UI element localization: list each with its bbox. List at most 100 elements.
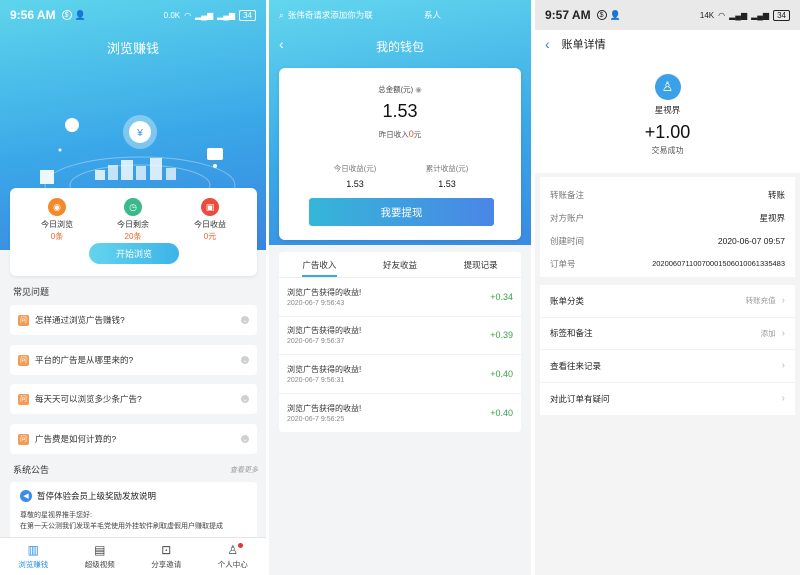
battery-icon: 34 [239,9,256,21]
stat-value: 0元 [203,232,217,241]
yesterday-income: 昨日收入0元 [378,129,422,139]
list-item: 浏览广告获得的收益! 2020-06-7 9:56:43 +0.34 [279,278,521,317]
tab-browse-earn[interactable]: ▥ 浏览赚钱 [0,538,67,575]
question-icon: 问 [18,393,29,405]
record-amount: +0.34 [490,291,513,302]
net-speed: 14K [699,10,715,20]
share-icon: ⊡ [161,543,172,557]
film-icon: ▤ [94,543,106,557]
tab-super-video[interactable]: ▤ 超级视频 [67,538,134,575]
notification-dot [238,543,243,548]
svg-text:¥: ¥ [136,128,143,139]
info-key: 转账备注 [550,189,585,200]
info-value: 转账 [767,189,785,200]
stat-value: 0条 [50,232,64,241]
transaction-status: 交易成功 [651,146,684,155]
signal-icon: ▂▄▆ [195,10,214,20]
stat-label: 今日收益 [194,220,226,229]
order-number: 2020060711007000150601006133548​3 [652,259,785,268]
page-title: 浏览赚钱 [106,41,159,56]
browse-earn-screen: 9:56 AM $ 👤 0.0K ◠ ▂▄▆ ▂▄▆ 34 浏览赚钱 ¥ ◉ 今… [0,0,266,575]
records-tabs: 广告收入 好友收益 提现记录 [279,252,521,278]
record-amount: +0.40 [490,407,513,418]
tab-withdraw-records[interactable]: 提现记录 [440,252,521,277]
signal-icon: ▂▄▆ [729,10,748,20]
daily-stats-card: ◉ 今日浏览 0条 ◷ 今日剩余 20条 ▣ 今日收益 0元 开始浏览 [10,188,257,276]
battery-icon: 34 [773,9,790,21]
faq-item[interactable]: 问 平台的广告是从哪里来的? ⌄ [10,345,257,375]
clock-icon: ◷ [124,198,142,216]
eye-icon[interactable]: ◉ [415,85,422,94]
menu-sub: 添加 [760,328,776,338]
announcement-card[interactable]: ◀ 暂停体验会员上级奖励发放说明 尊敬的星视界推手您好: 在第一天公测我们发现羊… [10,482,257,542]
signal-icon-2: ▂▄▆ [217,10,236,20]
record-date: 2020-06-7 9:56:43 [287,299,345,307]
question-icon: 问 [18,314,29,326]
announcement-headline: 暂停体验会员上级奖励发放说明 [37,491,157,501]
menu-tags-notes[interactable]: 标签和备注 添加 › [540,318,795,350]
withdraw-button[interactable]: 我要提现 [309,198,494,226]
list-item: 浏览广告获得的收益! 2020-06-7 9:56:37 +0.39 [279,317,521,355]
net-speed: 0.0K [163,10,181,20]
nav-bar: ‹ 账单详情 [535,30,800,58]
page-title: 我的钱包 [375,40,424,54]
user-icon: 👤 [609,9,621,20]
speaker-icon: ◀ [20,490,32,502]
announcement-line: 在第一天公测我们发现羊毛党使用外挂软件刷取虚假用户赚取提成 [20,523,223,530]
payer-name: 星视界 [654,105,681,115]
info-row: 创建时间 2020-06-07 09:57 [550,229,785,252]
info-key: 对方账户 [550,212,585,223]
tab-share-invite[interactable]: ⊡ 分享邀请 [133,538,200,575]
info-key: 订单号 [550,258,576,269]
record-date: 2020-06-7 9:56:37 [287,338,345,346]
friend-request-banner[interactable]: ⌕ 张伟奇请求添加你为联 系人 [269,0,531,30]
faq-section-title: 常见问题 [13,287,50,297]
menu-order-question[interactable]: 对此订单有疑问 › [540,383,795,416]
faq-item[interactable]: 问 广告费是如何计算的? ⌄ [10,424,257,454]
stat-label: 今日剩余 [117,220,149,229]
bill-detail-screen: 9:57 AM $ 👤 14K ◠ ▂▄▆ ▂▄▆ 34 ‹ 账单详情 ♙ 星视… [535,0,800,575]
tab-personal-center[interactable]: ♙ 个人中心 [200,538,267,575]
see-more-link[interactable]: 查看更多 [230,465,258,475]
cumulative-value: 1.53 [438,179,456,189]
menu-bill-category[interactable]: 账单分类 转账充值 › [540,285,795,318]
tab-label: 超级视频 [84,560,115,569]
cumulative-earnings: 累计收益(元) 1.53 [407,163,487,189]
info-row: 对方账户 星视界 [550,206,785,229]
record-amount: +0.40 [490,368,513,379]
menu-view-history[interactable]: 查看往来记录 › [540,350,795,383]
today-earnings: 今日收益(元) 1.53 [315,163,395,189]
stat-today-earnings: ▣ 今日收益 0元 [175,198,245,242]
chevron-right-icon: › [781,295,785,307]
chevron-right-icon: › [781,327,785,339]
chevron-right-icon: › [781,393,785,405]
chevron-down-icon: ⌄ [241,316,249,324]
transaction-summary: ♙ 星视界 +1.00 交易成功 [535,58,800,173]
wifi-icon: ◠ [184,10,192,20]
info-value: 2020-06-07 09:57 [717,235,785,246]
faq-item[interactable]: 问 怎样通过浏览广告赚钱? ⌄ [10,305,257,335]
faq-item[interactable]: 问 每天天可以浏览多少条广告? ⌄ [10,384,257,414]
book-icon: ▥ [27,543,39,557]
stat-label: 今日浏览 [41,220,73,229]
banner-text: 张伟奇请求添加你为联 [287,10,373,20]
status-time: 9:56 AM [10,8,56,22]
chevron-down-icon: ⌄ [241,356,249,364]
tab-label: 分享邀请 [151,560,182,569]
bottom-tab-bar: ▥ 浏览赚钱 ▤ 超级视频 ⊡ 分享邀请 ♙ 个人中心 [0,537,266,575]
record-title: 浏览广告获得的收益! [287,403,362,413]
notice-section-title: 系统公告 [13,465,50,475]
record-amount: +0.39 [490,330,513,341]
info-key: 创建时间 [550,235,585,246]
menu-label: 标签和备注 [550,328,593,339]
banner-text-tail: 系人 [423,10,441,20]
wallet-screen: ⌕ 张伟奇请求添加你为联 系人 ‹ 我的钱包 总金额(元) ◉ 1.53 昨日收… [269,0,531,575]
start-browsing-button[interactable]: 开始浏览 [89,243,179,264]
tab-ad-income[interactable]: 广告收入 [279,252,360,277]
announcement-line: 尊敬的星视界推手您好: [20,512,92,519]
faq-text: 广告费是如何计算的? [35,434,117,444]
tab-friend-income[interactable]: 好友收益 [360,252,441,277]
bill-actions-menu: 账单分类 转账充值 › 标签和备注 添加 › 查看往来记录 › 对此订单有疑问 … [540,285,795,415]
wallet-balance-card: 总金额(元) ◉ 1.53 昨日收入0元 今日收益(元) 1.53 累计收益(元… [279,68,521,240]
back-chevron-icon[interactable]: ‹ [545,36,550,52]
